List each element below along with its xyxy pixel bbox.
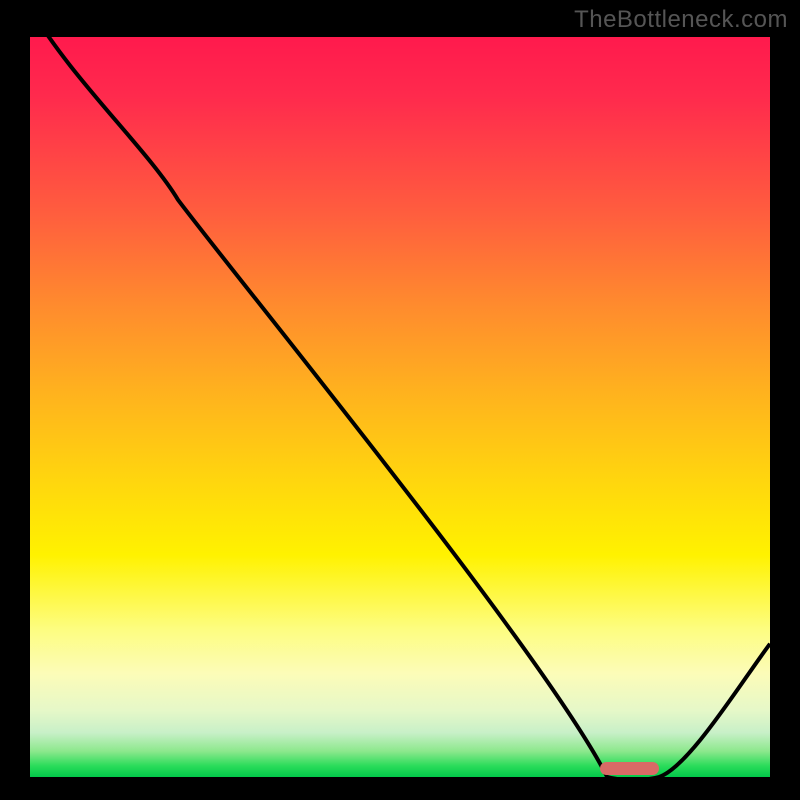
chart-line-curve	[30, 37, 770, 777]
chart-marker-bar	[600, 762, 659, 775]
chart-gradient-background	[30, 37, 770, 777]
watermark-text: TheBottleneck.com	[574, 6, 788, 34]
